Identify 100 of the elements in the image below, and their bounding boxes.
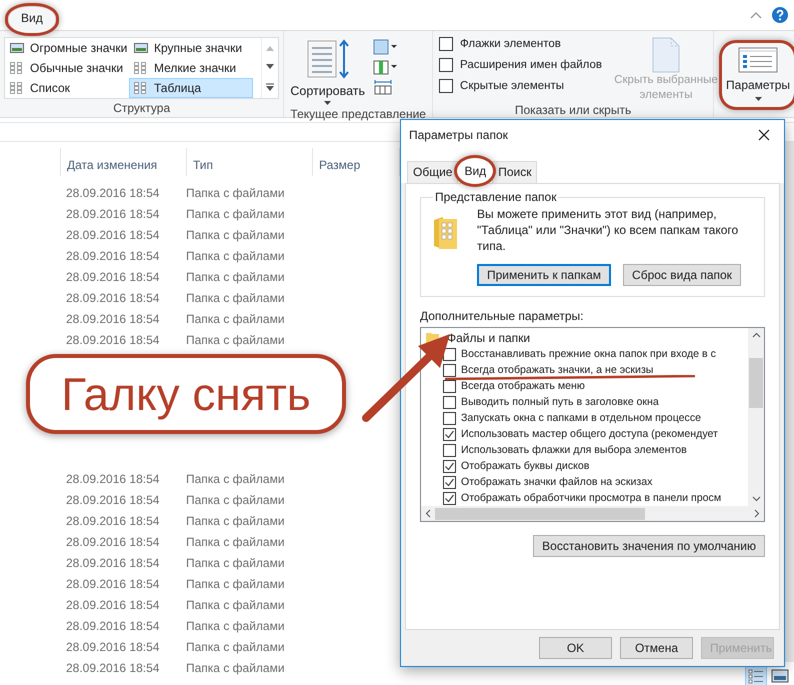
date-cell-text: 28.09.2016 18:54 xyxy=(66,290,160,304)
type-cell: Папка с файлами xyxy=(186,332,285,346)
thumbnail-view-icon[interactable] xyxy=(770,667,790,685)
collapse-chevron-icon[interactable] xyxy=(750,11,762,19)
scroll-down-icon[interactable] xyxy=(266,64,274,70)
type-cell: Папка с файлами xyxy=(186,618,285,632)
date-cell-text: 28.09.2016 18:54 xyxy=(66,514,160,528)
sort-button[interactable]: Сортировать xyxy=(288,37,368,107)
layout-option[interactable]: Огромные значки xyxy=(5,38,129,58)
date-cell-text: 28.09.2016 18:54 xyxy=(66,598,160,612)
group-label: Показать или скрыть xyxy=(514,103,632,119)
callout-note: Галку снять xyxy=(26,354,346,434)
scroll-right-icon[interactable] xyxy=(754,509,760,518)
checkbox[interactable] xyxy=(439,37,454,51)
checklist-icon xyxy=(738,47,778,73)
scrollbar[interactable] xyxy=(421,506,764,521)
view-icon xyxy=(10,82,24,94)
type-cell: Папка с файлами xyxy=(186,492,285,506)
caret-icon xyxy=(754,97,762,101)
option-label: Отображать буквы дисков xyxy=(461,460,590,472)
option-label: Отображать обработчики просмотра в панели просм xyxy=(461,492,722,504)
type-cell: Папка с файлами xyxy=(186,598,285,612)
option-label: Отображать значки файлов на эскизах xyxy=(461,476,652,488)
date-cell-text: 28.09.2016 18:54 xyxy=(66,492,160,506)
type-cell: Папка с файлами xyxy=(186,514,285,528)
preview-pane-icon[interactable] xyxy=(373,39,398,55)
date-cell-text: 28.09.2016 18:54 xyxy=(66,640,160,654)
scroll-thumb[interactable] xyxy=(435,508,645,520)
date-cell-text: 28.09.2016 18:54 xyxy=(66,248,160,262)
scroll-up-icon[interactable] xyxy=(752,332,760,338)
date-cell-text: 28.09.2016 18:54 xyxy=(66,534,160,548)
checkbox[interactable] xyxy=(443,444,456,456)
type-cell: Папка с файлами xyxy=(186,556,285,570)
dialog-title: Параметры папок xyxy=(409,128,508,142)
option-label: Всегда отображать значки, а не эскизы xyxy=(461,364,654,376)
checkbox[interactable] xyxy=(443,364,456,376)
scroll-thumb[interactable] xyxy=(749,358,763,408)
type-cell: Папка с файлами xyxy=(186,248,285,262)
checkbox[interactable] xyxy=(443,476,456,488)
date-cell-text: 28.09.2016 18:54 xyxy=(66,228,160,242)
dialog-button[interactable]: OK xyxy=(539,637,612,659)
option-label: Использовать мастер общего доступа (рекомендует xyxy=(461,428,718,440)
checkbox[interactable] xyxy=(443,412,456,424)
type-cell: Папка с файлами xyxy=(186,576,285,590)
fit-columns-icon[interactable] xyxy=(373,79,394,95)
date-cell-text: 28.09.2016 18:54 xyxy=(66,472,160,486)
help-icon[interactable] xyxy=(772,7,788,23)
view-icon xyxy=(134,62,148,74)
restore-defaults-button[interactable]: Восстановить значения по умолчанию xyxy=(533,535,765,557)
date-cell-text: 28.09.2016 18:54 xyxy=(66,312,160,326)
checkbox-label: Расширения имен файлов xyxy=(460,59,602,71)
layout-option[interactable]: Список xyxy=(5,78,129,98)
column-header[interactable]: Тип xyxy=(186,148,312,176)
layout-option[interactable]: Обычные значки xyxy=(5,58,129,78)
date-cell-text: 28.09.2016 18:54 xyxy=(66,618,160,632)
checkbox[interactable] xyxy=(439,79,454,93)
expand-gallery-icon[interactable] xyxy=(266,83,274,92)
checkbox[interactable] xyxy=(443,492,456,504)
option-label: Выводить полный путь в заголовке окна xyxy=(461,396,659,408)
type-cell: Папка с файлами xyxy=(186,534,285,548)
caret-icon xyxy=(324,101,332,105)
checkbox[interactable] xyxy=(443,396,456,408)
view-icon xyxy=(10,42,24,54)
tree-item[interactable]: Файлы и папки xyxy=(447,331,530,345)
type-cell: Папка с файлами xyxy=(186,270,285,284)
layout-option[interactable]: Мелкие значки xyxy=(129,58,253,78)
scrollbar[interactable] xyxy=(784,142,794,662)
columns-icon[interactable] xyxy=(373,59,398,75)
checkbox-label: Скрытые элементы xyxy=(460,80,564,92)
type-cell: Папка с файлами xyxy=(186,186,285,200)
checkbox[interactable] xyxy=(439,58,454,72)
option-label: Запускать окна с папками в отдельном процессе xyxy=(461,412,702,424)
dialog-tab[interactable]: Поиск xyxy=(492,161,538,183)
document-icon xyxy=(651,37,682,73)
dialog-button[interactable]: Сброс вида папок xyxy=(623,264,741,286)
column-header[interactable]: Дата изменения xyxy=(60,148,186,176)
layout-option[interactable]: Крупные значки xyxy=(129,38,253,58)
dialog-button[interactable]: Отмена xyxy=(620,637,693,659)
checkbox[interactable] xyxy=(443,460,456,472)
checkbox[interactable] xyxy=(443,428,456,440)
type-cell: Папка с файлами xyxy=(186,206,285,220)
scrollbar[interactable] xyxy=(748,328,764,506)
dialog-button[interactable]: Применить к папкам xyxy=(477,264,612,286)
scroll-left-icon[interactable] xyxy=(425,509,431,518)
option-label: Восстанавливать прежние окна папок при входе в с xyxy=(461,348,716,360)
type-cell: Папка с файлами xyxy=(186,228,285,242)
type-cell: Папка с файлами xyxy=(186,660,285,674)
type-cell: Папка с файлами xyxy=(186,312,285,326)
scroll-down-icon[interactable] xyxy=(752,496,760,502)
details-view-icon[interactable] xyxy=(746,667,766,685)
close-icon[interactable] xyxy=(758,129,770,141)
layout-option[interactable]: Таблица xyxy=(129,78,253,98)
checkbox[interactable] xyxy=(443,380,456,392)
type-cell: Папка с файлами xyxy=(186,472,285,486)
date-cell-text: 28.09.2016 18:54 xyxy=(66,206,160,220)
dialog-tab[interactable]: Вид xyxy=(457,158,494,184)
group-label: Структура xyxy=(112,101,172,117)
group-title: Представление папок xyxy=(434,190,558,204)
dialog-tab[interactable]: Общие xyxy=(407,161,458,183)
view-icon xyxy=(134,82,148,94)
